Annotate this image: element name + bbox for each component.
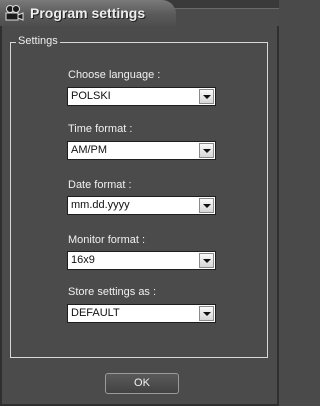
date-format-select[interactable]: mm.dd.yyyy <box>67 196 216 215</box>
time-format-select-value: AM/PM <box>71 144 108 156</box>
settings-group-legend: Settings <box>16 35 60 47</box>
language-select[interactable]: POLSKI <box>67 87 216 106</box>
window-title: Program settings <box>30 5 146 21</box>
settings-window: Program settings Settings Choose languag… <box>0 0 279 406</box>
title-bar: Program settings <box>0 0 279 28</box>
chevron-down-icon[interactable] <box>199 253 214 268</box>
camera-icon <box>4 4 24 22</box>
date-format-label: Date format : <box>68 179 132 191</box>
time-format-label: Time format : <box>68 123 133 135</box>
monitor-format-select[interactable]: 16x9 <box>67 251 216 270</box>
chevron-down-icon[interactable] <box>199 198 214 213</box>
store-settings-label: Store settings as : <box>68 286 157 298</box>
title-tab: Program settings <box>0 0 176 27</box>
ok-button[interactable]: OK <box>105 373 179 394</box>
time-format-select[interactable]: AM/PM <box>67 141 216 160</box>
date-format-select-value: mm.dd.yyyy <box>71 199 130 211</box>
monitor-format-label: Monitor format : <box>68 234 146 246</box>
title-bar-tail <box>170 8 279 27</box>
language-select-value: POLSKI <box>71 90 111 102</box>
chevron-down-icon[interactable] <box>199 306 214 321</box>
language-label: Choose language : <box>68 69 161 81</box>
chevron-down-icon[interactable] <box>199 143 214 158</box>
store-settings-select-value: DEFAULT <box>71 307 120 319</box>
store-settings-select[interactable]: DEFAULT <box>67 304 216 323</box>
monitor-format-select-value: 16x9 <box>71 254 95 266</box>
chevron-down-icon[interactable] <box>199 89 214 104</box>
